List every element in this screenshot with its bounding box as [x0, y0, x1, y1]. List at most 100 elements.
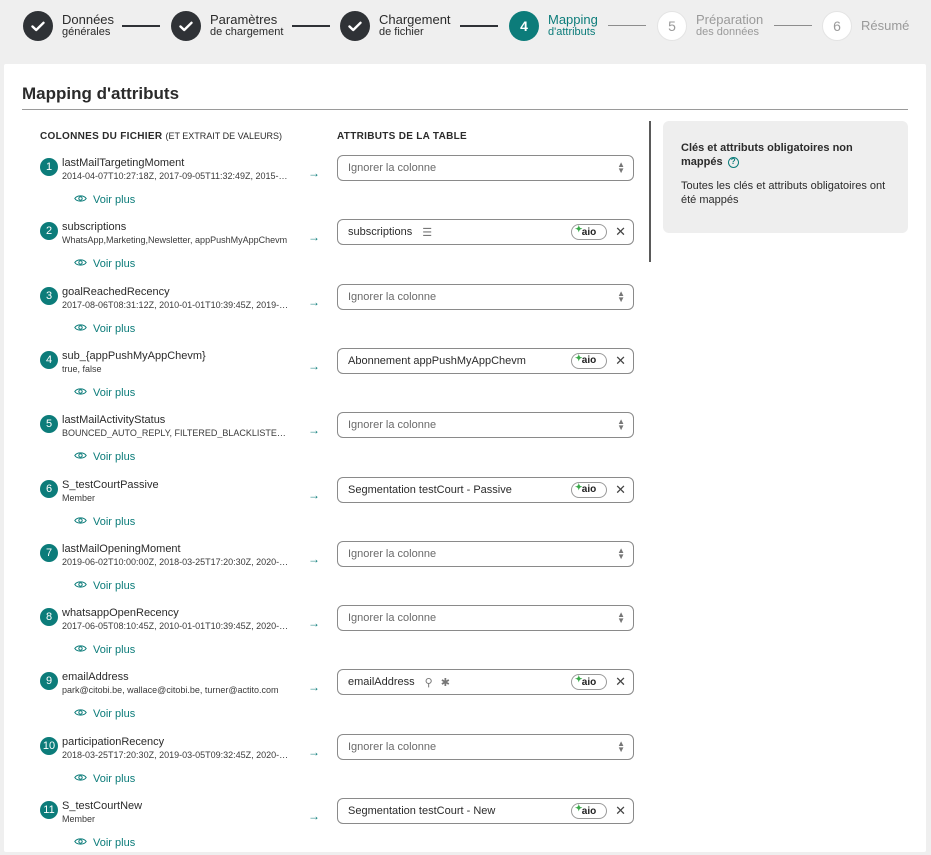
attribute-select[interactable]: Ignorer la colonne ▲ ▼: [337, 283, 634, 310]
aio-label: aio: [581, 484, 597, 495]
eye-icon: [74, 323, 87, 335]
select-value: Ignorer la colonne: [348, 612, 437, 625]
aio-star-icon: ✦: [575, 803, 583, 813]
mapping-row: 10 participationRecency 2018-03-25T17:20:3…: [40, 733, 640, 797]
attribute-select[interactable]: subscriptions ☰ ✦ aio ✕: [337, 219, 634, 246]
voir-plus-link[interactable]: Voir plus: [74, 580, 135, 592]
step-donnees-generales[interactable]: Données générales: [23, 11, 114, 41]
aio-badge: ✦ aio: [571, 674, 607, 691]
file-columns-header: COLONNES DU FICHIER (ET EXTRAIT DE VALEU…: [40, 131, 282, 142]
eye-icon: [74, 644, 87, 656]
arrow-right-icon: →: [308, 487, 320, 502]
asterisk-icon: ✱: [440, 676, 450, 689]
file-column-name: whatsappOpenRecency: [62, 607, 179, 620]
row-number-badge: 6: [40, 479, 58, 498]
chevron-updown-icon: ▲ ▼: [617, 160, 625, 175]
eye-icon: [74, 708, 87, 720]
mandatory-attributes-title: Clés et attributs obligatoires non mappé…: [681, 141, 890, 169]
file-column-sample-values: true, false: [62, 363, 102, 374]
file-column-sample-values: 2018-03-25T17:20:30Z, 2019-03-05T09:32:4…: [62, 749, 290, 760]
close-icon[interactable]: ✕: [615, 482, 626, 497]
step-mapping-attributs[interactable]: 4 Mapping d'attributs: [509, 11, 598, 41]
voir-plus-label: Voir plus: [93, 194, 136, 206]
file-column-name: subscriptions: [62, 221, 127, 234]
voir-plus-link[interactable]: Voir plus: [74, 708, 135, 720]
attribute-select[interactable]: Segmentation testCourt - Passive ✦ aio ✕: [337, 476, 634, 503]
select-value: Ignorer la colonne: [348, 740, 437, 753]
aio-badge: ✦ aio: [571, 481, 607, 498]
file-column-sample-values: 2017-06-05T08:10:45Z, 2010-01-01T10:39:4…: [62, 621, 290, 632]
file-column-name: lastMailActivityStatus: [62, 414, 166, 427]
attribute-select[interactable]: Abonnement appPushMyAppChevm ✦ aio ✕: [337, 347, 634, 374]
step-parametres-chargement[interactable]: Paramètres de chargement: [171, 11, 283, 41]
mapping-row: 1 lastMailTargetingMoment 2014-04-07T10:27…: [40, 154, 640, 218]
voir-plus-link[interactable]: Voir plus: [74, 644, 135, 656]
voir-plus-label: Voir plus: [93, 708, 136, 721]
close-icon[interactable]: ✕: [615, 804, 626, 818]
row-number-badge: 9: [40, 672, 58, 691]
close-icon[interactable]: ✕: [615, 675, 626, 689]
mapping-row: 9 emailAddress park@citobi.be, wallace@cit…: [40, 668, 640, 732]
close-icon[interactable]: ✕: [615, 353, 626, 368]
mapping-row: 8 whatsappOpenRecency 2017-06-05T08:10:45Z…: [40, 604, 640, 668]
arrow-right-icon: →: [308, 294, 320, 309]
mapping-row: 11 S_testCourtNew Member Voir plus → Segmenta…: [40, 797, 640, 855]
help-icon[interactable]: ?: [727, 156, 739, 168]
row-number-badge: 7: [40, 543, 58, 562]
voir-plus-link[interactable]: Voir plus: [74, 323, 135, 335]
check-icon: [171, 11, 201, 41]
voir-plus-link[interactable]: Voir plus: [74, 516, 135, 528]
mapping-row: 6 S_testCourtPassive Member Voir plus → Segme…: [40, 476, 640, 540]
attribute-select[interactable]: emailAddress ⚲ ✱ ✦ aio ✕: [337, 669, 634, 696]
aio-badge: ✦ aio: [571, 803, 607, 819]
file-column-name: lastMailOpeningMoment: [62, 542, 181, 555]
arrow-right-icon: →: [308, 358, 320, 373]
aio-star-icon: ✦: [575, 352, 583, 363]
voir-plus-link[interactable]: Voir plus: [74, 837, 135, 849]
aio-badge: ✦ aio: [571, 224, 607, 241]
stepper: Données générales Paramètres de chargement…: [0, 0, 931, 56]
select-value: Segmentation testCourt - New: [348, 805, 496, 817]
step-preparation-donnees[interactable]: 5 Préparation des données: [657, 11, 763, 41]
arrow-right-icon: →: [308, 809, 320, 823]
mandatory-attributes-box: Clés et attributs obligatoires non mappé…: [663, 121, 908, 233]
voir-plus-link[interactable]: Voir plus: [74, 451, 135, 463]
select-value: Ignorer la colonne: [348, 419, 437, 432]
aio-star-icon: ✦: [575, 674, 583, 685]
arrow-right-icon: →: [308, 230, 320, 245]
voir-plus-link[interactable]: Voir plus: [74, 387, 135, 399]
attribute-select[interactable]: Segmentation testCourt - New ✦ aio ✕: [337, 798, 634, 824]
aio-star-icon: ✦: [575, 481, 583, 492]
step-number: 4: [509, 11, 539, 41]
step-chargement-fichier[interactable]: Chargement de fichier: [340, 11, 451, 41]
mapping-row: 3 goalReachedRecency 2017-08-06T08:31:12Z,…: [40, 283, 640, 347]
attribute-select[interactable]: Ignorer la colonne ▲ ▼: [337, 540, 634, 567]
file-column-sample-values: park@citobi.be, wallace@citobi.be, turne…: [62, 685, 279, 696]
aio-label: aio: [581, 355, 597, 367]
step-connector: [122, 25, 160, 27]
eye-icon: [74, 580, 87, 592]
file-column-sample-values: WhatsApp,Marketing,Newsletter, appPushMy…: [62, 235, 288, 246]
step-resume[interactable]: 6 Résumé: [822, 11, 909, 41]
attribute-select[interactable]: Ignorer la colonne ▲ ▼: [337, 605, 634, 632]
attribute-select[interactable]: Ignorer la colonne ▲ ▼: [337, 155, 634, 181]
voir-plus-link[interactable]: Voir plus: [74, 258, 135, 270]
attribute-select[interactable]: Ignorer la colonne ▲ ▼: [337, 733, 634, 760]
mapping-row: 4 sub_{appPushMyAppChevm} true, false Voir …: [40, 347, 640, 411]
voir-plus-label: Voir plus: [93, 322, 136, 335]
file-columns-sublabel: (ET EXTRAIT DE VALEURS): [165, 131, 282, 141]
row-number-badge: 2: [40, 222, 58, 241]
scrollbar[interactable]: [649, 121, 651, 262]
voir-plus-label: Voir plus: [93, 579, 136, 592]
voir-plus-label: Voir plus: [93, 515, 136, 528]
close-icon[interactable]: ✕: [615, 225, 626, 239]
select-value: emailAddress: [348, 676, 415, 689]
row-number-badge: 8: [40, 608, 58, 627]
voir-plus-link[interactable]: Voir plus: [74, 773, 135, 785]
voir-plus-label: Voir plus: [93, 386, 136, 399]
file-column-sample-values: Member: [62, 814, 96, 824]
attribute-select[interactable]: Ignorer la colonne ▲ ▼: [337, 412, 634, 439]
select-value: Abonnement appPushMyAppChevm: [348, 354, 526, 367]
voir-plus-link[interactable]: Voir plus: [74, 194, 135, 206]
aio-badge: ✦ aio: [571, 352, 607, 369]
